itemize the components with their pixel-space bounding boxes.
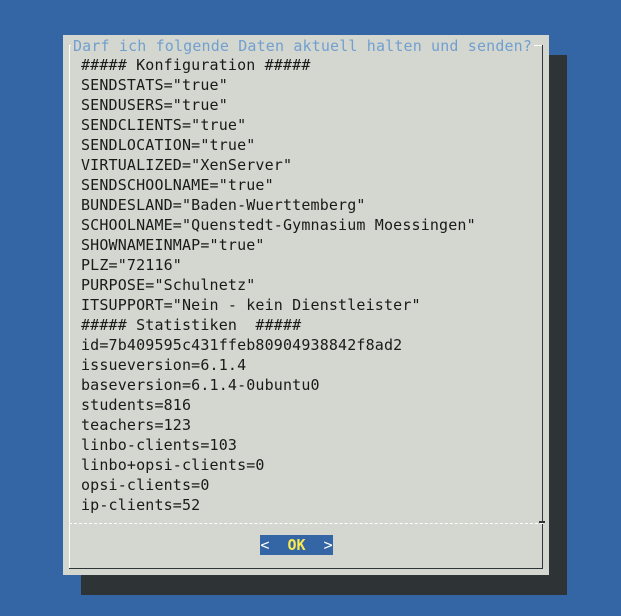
message-line: ITSUPPORT="Nein - kein Dienstleister" (81, 296, 421, 314)
divider-end-mark (539, 521, 545, 523)
message-line: baseversion=6.1.4-0ubuntu0 (81, 376, 320, 394)
message-line: teachers=123 (81, 416, 192, 434)
ok-button-left-bracket: < (260, 536, 270, 554)
message-line: VIRTUALIZED="XenServer" (81, 156, 293, 174)
message-line: SENDSCHOOLNAME="true" (81, 176, 274, 194)
message-line: linbo-clients=103 (81, 436, 238, 454)
message-line: ##### Statistiken ##### (81, 316, 302, 334)
message-line: SENDSTATS="true" (81, 76, 228, 94)
dialog-frame-left (69, 45, 70, 569)
dialog-message: ##### Konfiguration ##### SENDSTATS="tru… (81, 55, 539, 515)
message-line: students=816 (81, 396, 192, 414)
message-line: opsi-clients=0 (81, 476, 210, 494)
message-line: PURPOSE="Schulnetz" (81, 276, 256, 294)
message-line: SHOWNAMEINMAP="true" (81, 236, 265, 254)
message-line: id=7b409595c431ffeb80904938842f8ad2 (81, 336, 403, 354)
ok-button-right-bracket: > (323, 536, 333, 554)
message-line: ##### Konfiguration ##### (81, 56, 311, 74)
dialog-title: Darf ich folgende Daten aktuell halten u… (71, 36, 535, 56)
message-line: SENDUSERS="true" (81, 96, 228, 114)
message-line: SENDLOCATION="true" (81, 136, 256, 154)
message-dialog: Darf ich folgende Daten aktuell halten u… (63, 35, 549, 575)
dialog-frame-bottom (69, 568, 543, 569)
message-line: issueversion=6.1.4 (81, 356, 247, 374)
dialog-frame-right (542, 45, 543, 569)
message-line: SENDCLIENTS="true" (81, 116, 247, 134)
button-area-divider (69, 523, 543, 524)
ok-button-label: OK (287, 536, 306, 554)
message-line: SCHOOLNAME="Quenstedt-Gymnasium Moessing… (81, 216, 476, 234)
message-line: ip-clients=52 (81, 496, 201, 514)
ok-button[interactable]: < OK > (260, 535, 333, 555)
message-line: BUNDESLAND="Baden-Wuerttemberg" (81, 196, 366, 214)
message-line: PLZ="72116" (81, 256, 182, 274)
message-line: linbo+opsi-clients=0 (81, 456, 265, 474)
